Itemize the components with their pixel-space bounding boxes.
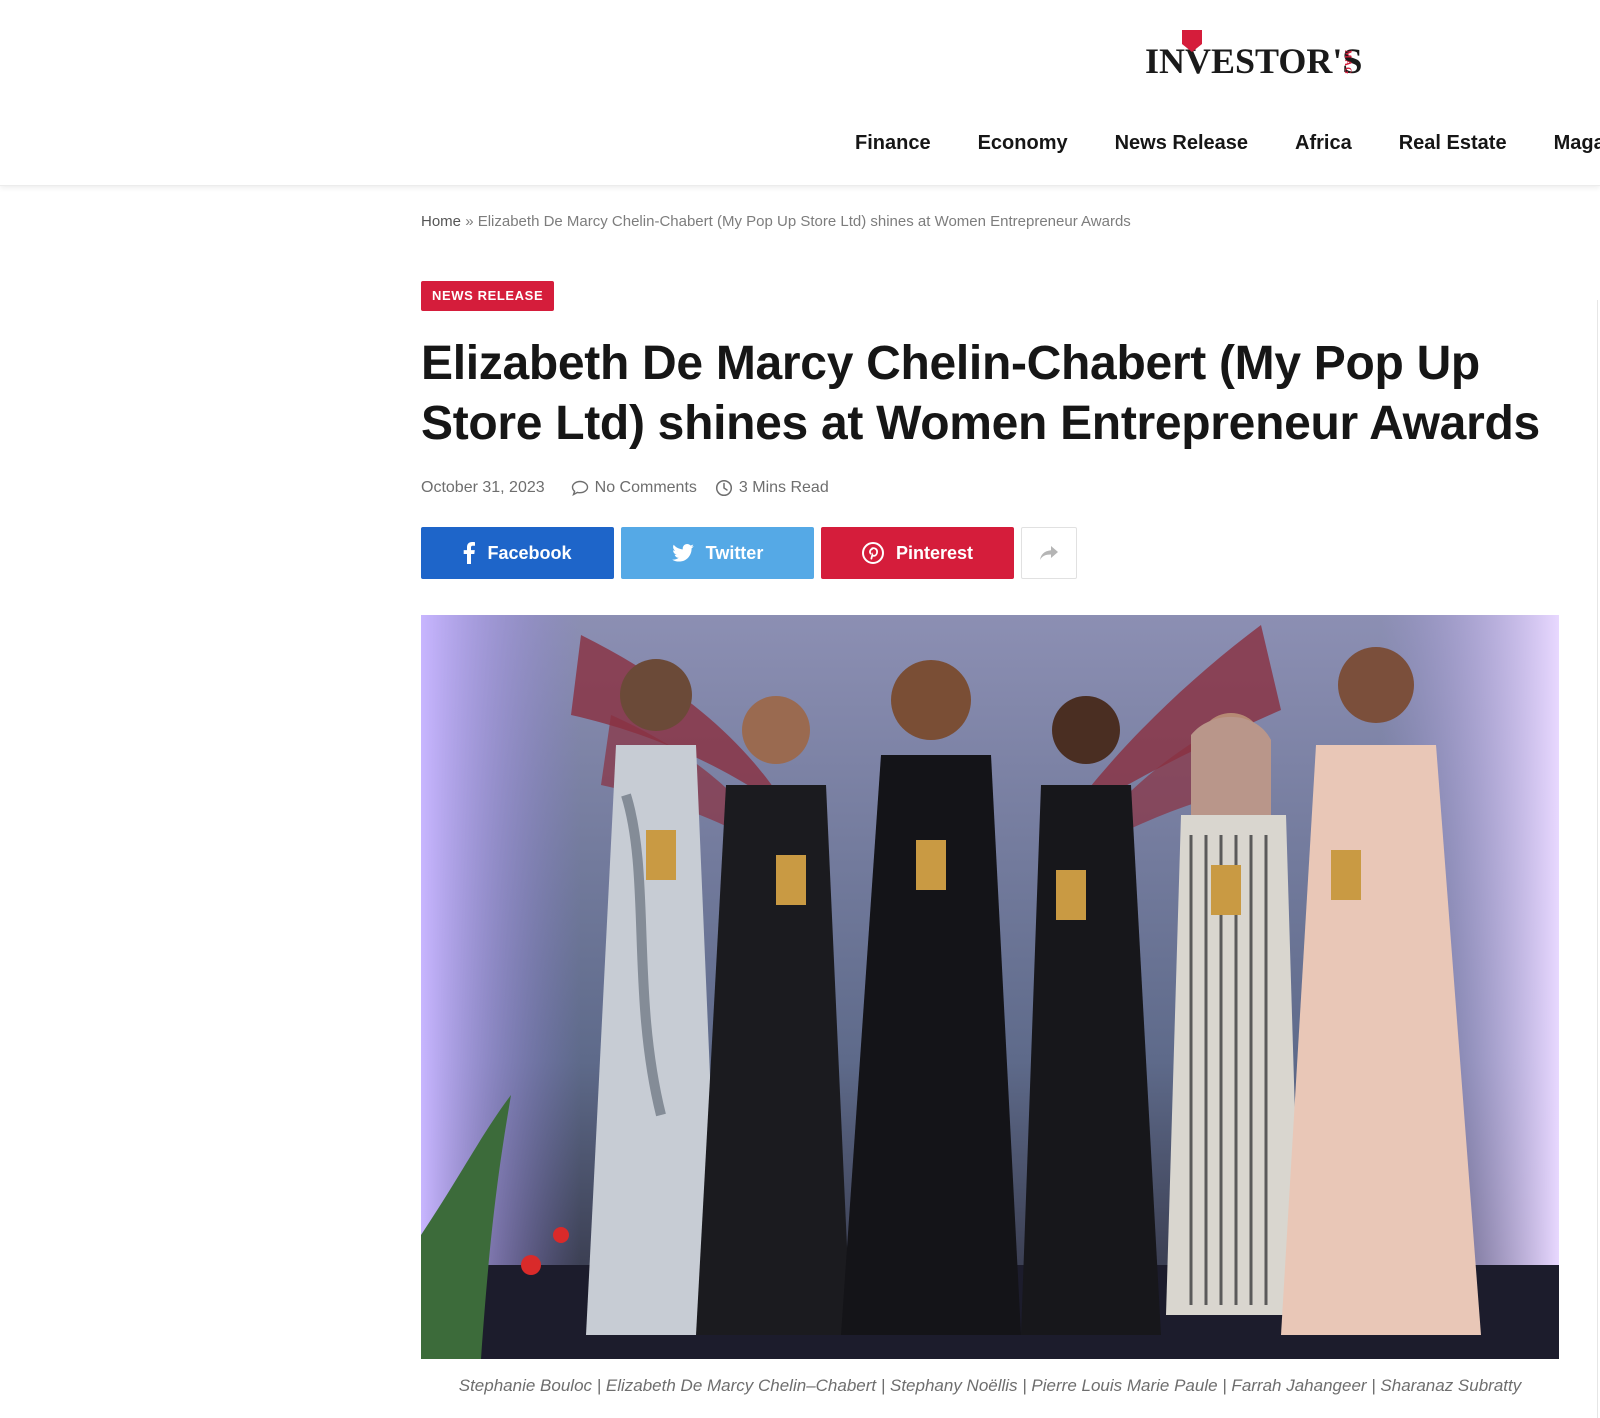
comments-count: No Comments (594, 479, 697, 496)
share-facebook-label: Facebook (487, 542, 572, 563)
comments-link[interactable]: No Comments (571, 479, 697, 497)
share-pinterest-label: Pinterest (895, 542, 974, 563)
nav-item-real-estate[interactable]: Real Estate (1399, 132, 1507, 162)
article-meta: October 31, 2023 No Comments 3 Mins Read (421, 477, 829, 499)
twitter-icon (671, 544, 694, 562)
breadcrumb-separator: » (465, 213, 474, 230)
site-logo[interactable]: INVESTOR'S MAG (1145, 28, 1362, 84)
main-nav: Finance Economy News Release Africa Real… (855, 132, 1600, 162)
clock-icon (715, 479, 732, 497)
photo-caption: Stephanie Bouloc | Elizabeth De Marcy Ch… (458, 1376, 1522, 1395)
nav-item-magazine[interactable]: Magaz (1554, 132, 1600, 162)
share-twitter-button[interactable]: Twitter (621, 527, 814, 579)
nav-item-news-release[interactable]: News Release (1115, 132, 1248, 162)
read-time: 3 Mins Read (715, 479, 829, 497)
share-more-button[interactable] (1021, 527, 1077, 579)
logo-suffix: MAG (1343, 50, 1353, 75)
share-facebook-button[interactable]: Facebook (421, 527, 614, 579)
breadcrumb-home-link[interactable]: Home (421, 213, 461, 230)
nav-item-africa[interactable]: Africa (1295, 132, 1352, 162)
site-header: INVESTOR'S MAG Finance Economy News Rele… (0, 0, 1600, 186)
logo-flag-icon (1182, 30, 1202, 52)
share-bar: Facebook Twitter Pinterest (421, 527, 1077, 579)
nav-item-economy[interactable]: Economy (978, 132, 1068, 162)
comment-icon (571, 480, 588, 496)
share-twitter-label: Twitter (705, 542, 764, 563)
share-arrow-icon (1040, 546, 1058, 560)
article-date: October 31, 2023 (421, 479, 545, 496)
category-badge[interactable]: NEWS RELEASE (421, 281, 555, 311)
nav-item-finance[interactable]: Finance (855, 132, 931, 162)
pinterest-icon (861, 542, 884, 564)
featured-photo (421, 615, 1559, 1359)
article-title: Elizabeth De Marcy Chelin-Chabert (My Po… (421, 337, 1540, 450)
read-time-label: 3 Mins Read (738, 479, 829, 496)
breadcrumb: Home » Elizabeth De Marcy Chelin-Chabert… (421, 213, 1131, 230)
award-ceremony-photo (421, 615, 1559, 1359)
scroll-divider (1597, 300, 1598, 1418)
logo-wordmark: INVESTOR'S (1145, 41, 1363, 81)
facebook-icon (464, 542, 476, 564)
breadcrumb-current: Elizabeth De Marcy Chelin-Chabert (My Po… (477, 213, 1131, 230)
share-pinterest-button[interactable]: Pinterest (821, 527, 1014, 579)
